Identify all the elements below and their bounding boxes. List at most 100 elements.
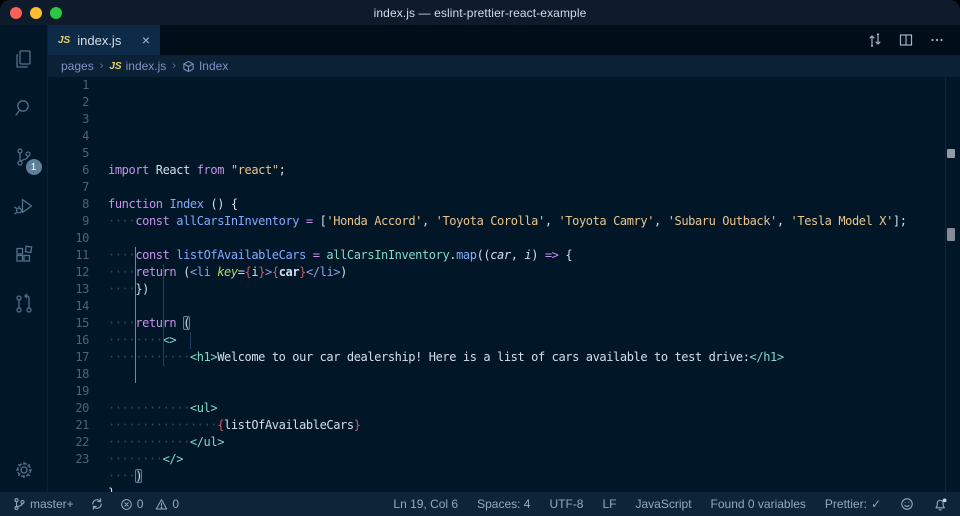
- close-window-button[interactable]: [10, 7, 22, 19]
- code-line-9[interactable]: [108, 298, 960, 315]
- code-line-12[interactable]: ············<h1>Welcome to our car deale…: [108, 349, 960, 366]
- code-line-6[interactable]: ····const listOfAvailableCars = allCarsI…: [108, 247, 960, 264]
- split-editor-icon[interactable]: [898, 32, 914, 48]
- line-number[interactable]: 18: [48, 366, 89, 383]
- code-token: ····: [108, 469, 135, 483]
- code-token: ····: [108, 214, 135, 228]
- breadcrumb: pages › JS index.js › Index: [48, 55, 960, 77]
- code-token: ,: [654, 214, 668, 228]
- breadcrumb-file[interactable]: JS index.js: [109, 59, 166, 73]
- line-number[interactable]: 22: [48, 434, 89, 451]
- code-token: ····: [108, 316, 135, 330]
- code-line-15[interactable]: ············<ul>: [108, 400, 960, 417]
- explorer-icon[interactable]: [0, 34, 48, 83]
- problems-status[interactable]: 0 0: [120, 497, 179, 511]
- encoding-setting[interactable]: UTF-8: [549, 497, 583, 511]
- indentation-setting[interactable]: Spaces: 4: [477, 497, 530, 511]
- code-line-11[interactable]: ········<>: [108, 332, 960, 349]
- settings-gear-icon[interactable]: [0, 448, 48, 492]
- overview-ruler-marker: [947, 228, 955, 241]
- cursor-position[interactable]: Ln 19, Col 6: [393, 497, 458, 511]
- prettier-status[interactable]: Prettier: ✓: [825, 497, 881, 511]
- code-line-2[interactable]: [108, 179, 960, 196]
- breadcrumb-folder[interactable]: pages: [61, 59, 94, 73]
- variables-status[interactable]: Found 0 variables: [711, 497, 806, 511]
- notifications-bell-icon[interactable]: [933, 497, 948, 512]
- line-number[interactable]: 23: [48, 451, 89, 468]
- line-number[interactable]: 6: [48, 162, 89, 179]
- close-tab-icon[interactable]: ×: [142, 33, 150, 47]
- git-branch-icon: [12, 497, 26, 511]
- line-number[interactable]: 4: [48, 128, 89, 145]
- breadcrumb-symbol[interactable]: Index: [182, 59, 228, 73]
- code-line-7[interactable]: ····return (<li key={i}>{car}</li>): [108, 264, 960, 281]
- git-branch-status[interactable]: master+: [12, 497, 74, 511]
- language-mode[interactable]: JavaScript: [636, 497, 692, 511]
- code-token: const: [135, 248, 169, 262]
- code-editor[interactable]: 1234567891011121314151617181920212223 im…: [48, 77, 960, 492]
- line-number[interactable]: 7: [48, 179, 89, 196]
- github-pr-icon[interactable]: [0, 279, 48, 328]
- code-line-17[interactable]: ············</ul>: [108, 434, 960, 451]
- code-line-10[interactable]: ····return (: [108, 315, 960, 332]
- code-line-19[interactable]: ····): [108, 468, 960, 485]
- code-token: ,: [545, 214, 559, 228]
- line-number[interactable]: 3: [48, 111, 89, 128]
- code-token: {: [272, 265, 279, 279]
- code-token: </ul>: [190, 435, 224, 449]
- line-number[interactable]: 17: [48, 349, 89, 366]
- open-changes-icon[interactable]: [867, 32, 883, 48]
- line-number[interactable]: 14: [48, 298, 89, 315]
- code-line-1[interactable]: import React from "react";: [108, 162, 960, 179]
- code-token: <ul>: [190, 401, 217, 415]
- gutter: 1234567891011121314151617181920212223: [48, 77, 89, 492]
- code-token: =: [299, 214, 319, 228]
- line-number[interactable]: 19: [48, 383, 89, 400]
- code-token: 'Honda Accord': [326, 214, 422, 228]
- source-control-icon[interactable]: 1: [0, 132, 48, 181]
- code-line-3[interactable]: function Index () {: [108, 196, 960, 213]
- code-line-20[interactable]: }: [108, 485, 960, 492]
- code-line-14[interactable]: [108, 383, 960, 400]
- line-number[interactable]: 10: [48, 230, 89, 247]
- run-debug-icon[interactable]: [0, 181, 48, 230]
- line-number[interactable]: 2: [48, 94, 89, 111]
- breadcrumb-separator: ›: [100, 60, 104, 72]
- line-number[interactable]: 1: [48, 77, 89, 94]
- more-actions-icon[interactable]: [929, 32, 945, 48]
- code-line-16[interactable]: ················{listOfAvailableCars}: [108, 417, 960, 434]
- code-token: =: [238, 265, 245, 279]
- window-controls: [10, 7, 62, 19]
- line-number[interactable]: 8: [48, 196, 89, 213]
- extensions-icon[interactable]: [0, 230, 48, 279]
- status-bar: master+ 0 0 Ln 19, Col 6 Spaces: [0, 492, 960, 516]
- eol-setting[interactable]: LF: [602, 497, 616, 511]
- code-token: ····: [108, 248, 135, 262]
- maximize-window-button[interactable]: [50, 7, 62, 19]
- line-number[interactable]: 12: [48, 264, 89, 281]
- line-number[interactable]: 20: [48, 400, 89, 417]
- sync-changes-button[interactable]: [90, 497, 104, 511]
- line-number[interactable]: 15: [48, 315, 89, 332]
- line-number[interactable]: 5: [48, 145, 89, 162]
- code-area[interactable]: import React from "react"; function Index…: [108, 77, 960, 492]
- line-number[interactable]: 21: [48, 417, 89, 434]
- check-icon: ✓: [871, 497, 881, 511]
- code-token: ,: [511, 248, 525, 262]
- line-number[interactable]: 16: [48, 332, 89, 349]
- line-number[interactable]: 13: [48, 281, 89, 298]
- feedback-smiley-icon[interactable]: [900, 497, 914, 511]
- code-line-5[interactable]: [108, 230, 960, 247]
- line-number[interactable]: 9: [48, 213, 89, 230]
- minimize-window-button[interactable]: [30, 7, 42, 19]
- tab-index-js[interactable]: JS index.js ×: [48, 25, 160, 55]
- code-token: Index: [169, 197, 203, 211]
- code-line-13[interactable]: [108, 366, 960, 383]
- code-line-4[interactable]: ····const allCarsInInventory = ['Honda A…: [108, 213, 960, 230]
- code-token: map: [456, 248, 476, 262]
- line-number[interactable]: 11: [48, 247, 89, 264]
- search-icon[interactable]: [0, 83, 48, 132]
- code-token: "react": [231, 163, 279, 177]
- code-line-8[interactable]: ····}): [108, 281, 960, 298]
- code-line-18[interactable]: ········</>: [108, 451, 960, 468]
